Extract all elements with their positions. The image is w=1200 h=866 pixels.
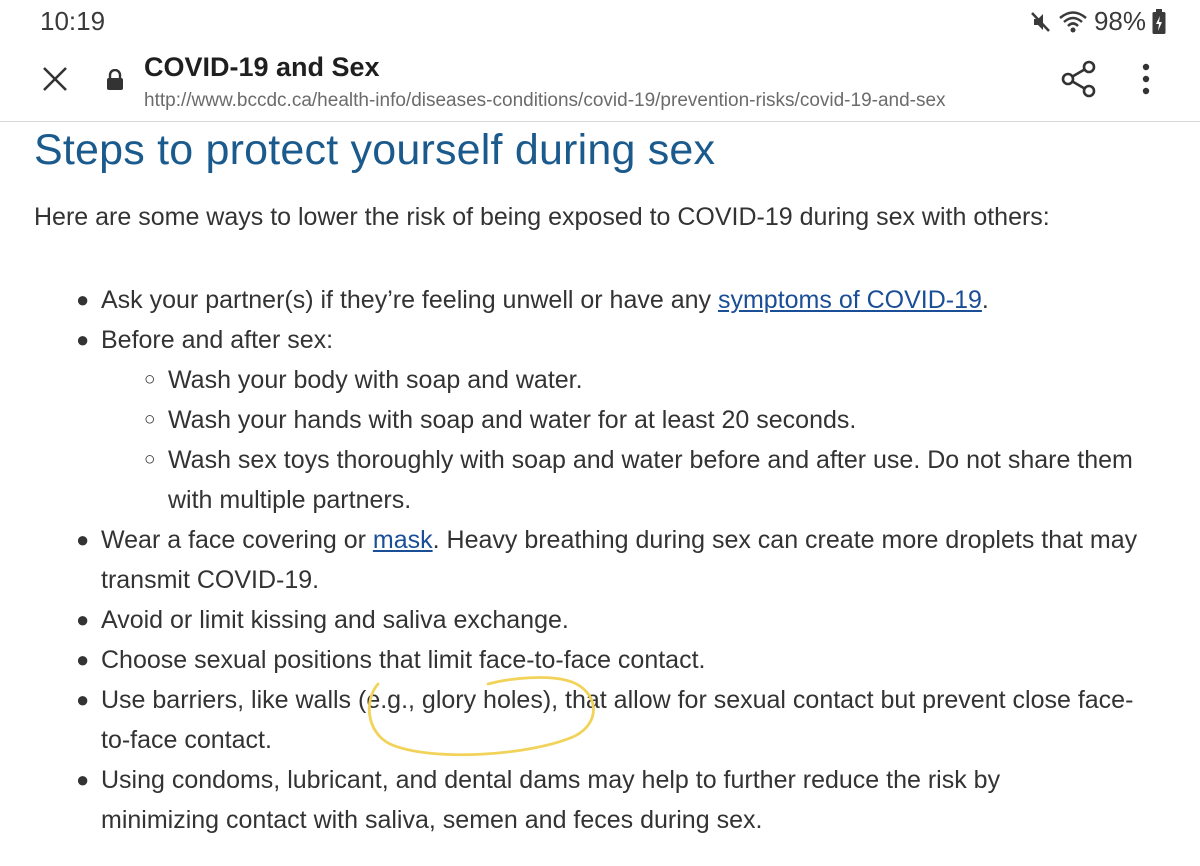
wifi-icon <box>1059 10 1087 32</box>
bullet: ● <box>76 607 90 632</box>
symptoms-link[interactable]: symptoms of COVID-19 <box>718 286 982 314</box>
page-title: COVID-19 and Sex <box>144 52 380 82</box>
close-icon[interactable] <box>38 62 72 96</box>
sub-list-item: ○ Wash your hands with soap and water fo… <box>0 400 1200 440</box>
share-icon[interactable] <box>1060 60 1098 98</box>
list-item: ● Avoid or limit kissing and saliva exch… <box>0 600 1200 640</box>
status-time: 10:19 <box>40 6 106 36</box>
sub-bullet: ○ <box>144 449 156 470</box>
lock-icon <box>107 69 123 90</box>
status-icons: 98% <box>1030 6 1166 37</box>
intro-text: Here are some ways to lower the risk of … <box>34 203 1050 231</box>
more-vert-icon[interactable] <box>1134 62 1158 96</box>
bullet: ● <box>76 287 90 312</box>
list-item: ● Before and after sex: <box>0 320 1200 360</box>
highlight-circle <box>367 676 595 757</box>
battery-percent: 98% <box>1093 6 1146 36</box>
list-item: ● Wear a face covering or mask. Heavy br… <box>0 520 1161 600</box>
toolbar-divider <box>0 121 1200 122</box>
list-item: ● Using condoms, lubricant, and dental d… <box>0 760 1101 840</box>
browser-toolbar: COVID-19 and Sex http://www.bccdc.ca/hea… <box>0 44 1200 122</box>
bullet: ● <box>76 767 90 792</box>
status-bar: 10:19 98% <box>0 0 1200 44</box>
mask-link[interactable]: mask <box>373 526 433 554</box>
bullet: ● <box>76 527 90 552</box>
sub-list-item: ○ Wash your body with soap and water. <box>0 360 1200 400</box>
sub-bullet: ○ <box>144 409 156 430</box>
bullet: ● <box>76 687 90 712</box>
section-heading: Steps to protect yourself during sex <box>34 126 716 174</box>
page-url[interactable]: http://www.bccdc.ca/health-info/diseases… <box>144 90 946 112</box>
bullet: ● <box>76 647 90 672</box>
mute-icon <box>1031 11 1050 32</box>
list-item: ● Ask your partner(s) if they’re feeling… <box>0 280 1200 320</box>
sub-bullet: ○ <box>144 369 156 390</box>
sub-list-item: ○ Wash sex toys thoroughly with soap and… <box>0 440 1148 520</box>
battery-charging-icon <box>1152 8 1166 34</box>
bullet: ● <box>76 327 90 352</box>
